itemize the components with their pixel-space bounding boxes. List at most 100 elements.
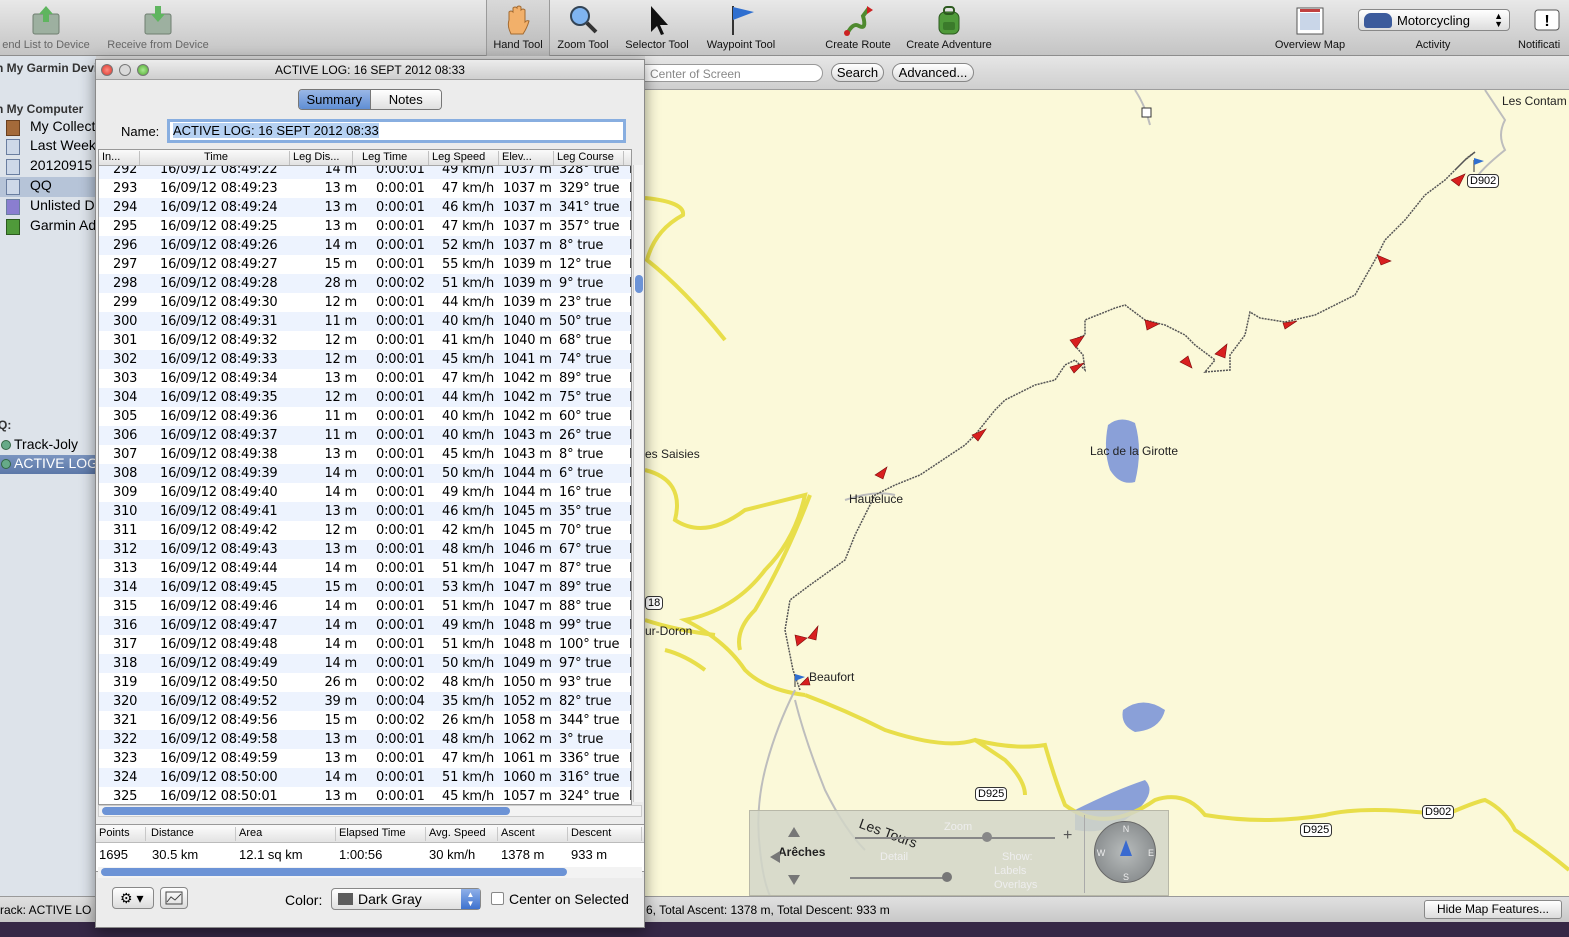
cell-extra: N [629,276,631,291]
table-row[interactable]: 303 16/09/12 08:49:34 13 m 0:00:01 47 km/h 10… [99,369,631,388]
advanced-button[interactable]: Advanced... [892,63,974,82]
vscroll-thumb[interactable] [635,275,643,293]
sidebar-item-garmin-adventures[interactable]: Garmin Ad [0,217,96,237]
table-row[interactable]: 323 16/09/12 08:49:59 13 m 0:00:01 47 km/h 10… [99,749,631,768]
table-row[interactable]: 319 16/09/12 08:49:50 26 m 0:00:02 48 km/h 10… [99,673,631,692]
hide-map-features-button[interactable]: Hide Map Features... [1424,900,1562,919]
table-row[interactable]: 302 16/09/12 08:49:33 12 m 0:00:01 45 km/h 10… [99,350,631,369]
graph-button[interactable] [160,887,188,909]
compass-icon[interactable]: N E S W [1094,821,1156,883]
col-time[interactable]: Time [140,151,290,165]
search-button[interactable]: Search [831,63,884,82]
sidebar-item-qq[interactable]: QQ [0,177,96,197]
map-view[interactable]: Les Contam Lac de la Girotte es Saisies … [645,90,1569,896]
send-to-device-button[interactable]: end List to Device [0,0,96,56]
create-adventure-button[interactable]: Create Adventure [900,0,998,56]
table-row[interactable]: 325 16/09/12 08:50:01 13 m 0:00:01 45 km/h 10… [99,787,631,804]
pan-control-icon[interactable] [760,815,820,895]
cell-leg-time: 0:00:04 [376,694,425,709]
map-label-beaufort: Beaufort [809,670,855,684]
table-horizontal-scrollbar[interactable] [98,805,642,817]
gear-menu-button[interactable]: ⚙ ▾ [112,887,154,909]
zoom-tool-button[interactable]: Zoom Tool [551,0,615,56]
notifications-button[interactable]: ! Notificati [1512,0,1569,56]
create-route-button[interactable]: Create Route [818,0,898,56]
table-row[interactable]: 297 16/09/12 08:49:27 15 m 0:00:01 55 km/h 10… [99,255,631,274]
col-leg-speed[interactable]: Leg Speed [429,151,499,165]
map-navigation-control[interactable]: Arêches Les Tours Zoom + Detail Show: La… [749,810,1169,896]
waypoint-tool-button[interactable]: Waypoint Tool [698,0,784,56]
zoom-window-icon[interactable] [137,64,149,76]
table-row[interactable]: 308 16/09/12 08:49:39 14 m 0:00:01 50 km/h 10… [99,464,631,483]
name-field[interactable]: ACTIVE LOG: 16 SEPT 2012 08:33 [167,119,626,143]
tab-notes[interactable]: Notes [370,90,441,109]
trackpoints-table[interactable]: 292 16/09/12 08:49:22 14 m 0:00:01 49 km/h 10… [98,149,632,805]
table-row[interactable]: 314 16/09/12 08:49:45 15 m 0:00:01 53 km/h 10… [99,578,631,597]
table-row[interactable]: 304 16/09/12 08:49:35 12 m 0:00:01 44 km/h 10… [99,388,631,407]
overlays-toggle[interactable]: Overlays [994,879,1037,891]
table-row[interactable]: 306 16/09/12 08:49:37 11 m 0:00:01 40 km/h 10… [99,426,631,445]
table-row[interactable]: 293 16/09/12 08:49:23 13 m 0:00:01 47 km/h 10… [99,179,631,198]
table-row[interactable]: 299 16/09/12 08:49:30 12 m 0:00:01 44 km/h 10… [99,293,631,312]
col-index[interactable]: In... [99,151,140,165]
table-row[interactable]: 313 16/09/12 08:49:44 14 m 0:00:01 51 km/h 10… [99,559,631,578]
table-vertical-scrollbar[interactable] [633,165,643,802]
table-row[interactable]: 315 16/09/12 08:49:46 14 m 0:00:01 51 km/h 10… [99,597,631,616]
table-row[interactable]: 309 16/09/12 08:49:40 14 m 0:00:01 49 km/h 10… [99,483,631,502]
view-segmented-control: Summary Notes [298,89,442,110]
table-row[interactable]: 301 16/09/12 08:49:32 12 m 0:00:01 41 km/h 10… [99,331,631,350]
table-row[interactable]: 320 16/09/12 08:49:52 39 m 0:00:04 35 km/h 10… [99,692,631,711]
table-row[interactable]: 307 16/09/12 08:49:38 13 m 0:00:01 45 km/h 10… [99,445,631,464]
table-row[interactable]: 298 16/09/12 08:49:28 28 m 0:00:02 51 km/h 10… [99,274,631,293]
document-icon [6,159,20,175]
table-row[interactable]: 305 16/09/12 08:49:36 11 m 0:00:01 40 km/h 10… [99,407,631,426]
window-titlebar[interactable]: ACTIVE LOG: 16 SEPT 2012 08:33 [96,60,644,80]
table-row[interactable]: 316 16/09/12 08:49:47 14 m 0:00:01 49 km/h 10… [99,616,631,635]
zoom-slider-knob[interactable] [982,832,992,842]
center-on-selected-checkbox[interactable] [491,892,504,905]
sidebar-item-unlisted[interactable]: Unlisted D [0,197,96,217]
summary-horizontal-scrollbar[interactable] [98,867,642,878]
selector-tool-button[interactable]: Selector Tool [618,0,696,56]
summary-ascent-value: 1378 m [501,847,545,862]
table-row[interactable]: 312 16/09/12 08:49:43 13 m 0:00:01 48 km/h 10… [99,540,631,559]
summary-hscroll-thumb[interactable] [101,868,567,876]
table-row[interactable]: 318 16/09/12 08:49:49 14 m 0:00:01 50 km/h 10… [99,654,631,673]
sidebar-item-20120915[interactable]: 20120915 [0,157,96,177]
cell-leg-course: 67° true [559,542,612,557]
table-row[interactable]: 321 16/09/12 08:49:56 15 m 0:00:02 26 km/h 10… [99,711,631,730]
table-row[interactable]: 310 16/09/12 08:49:41 13 m 0:00:01 46 km/h 10… [99,502,631,521]
table-row[interactable]: 324 16/09/12 08:50:00 14 m 0:00:01 51 km/h 10… [99,768,631,787]
color-select[interactable]: Dark Gray ▲ ▼ [331,888,481,910]
hscroll-thumb[interactable] [102,807,510,815]
close-icon[interactable] [101,64,113,76]
sidebar-track-joly[interactable]: Track-Joly [0,436,96,455]
table-row[interactable]: 295 16/09/12 08:49:25 13 m 0:00:01 47 km/h 10… [99,217,631,236]
col-leg-time[interactable]: Leg Time [353,151,429,165]
tab-summary[interactable]: Summary [299,90,371,109]
table-row[interactable]: 317 16/09/12 08:49:48 14 m 0:00:01 51 km/h 10… [99,635,631,654]
table-row[interactable]: 311 16/09/12 08:49:42 12 m 0:00:01 42 km/h 10… [99,521,631,540]
cell-leg-speed: 44 km/h [442,295,495,310]
detail-slider-knob[interactable] [942,872,952,882]
sidebar-item-my-collection[interactable]: My Collecti [0,118,96,138]
col-leg-distance[interactable]: Leg Dis... [290,151,353,165]
zoom-slider[interactable] [855,837,1055,839]
yellow-roads [645,196,1569,872]
table-row[interactable]: 294 16/09/12 08:49:24 13 m 0:00:01 46 km/h 10… [99,198,631,217]
detail-slider[interactable] [850,877,950,879]
col-elevation[interactable]: Elev... [499,151,554,165]
receive-from-device-button[interactable]: Receive from Device [102,0,214,56]
table-row[interactable]: 322 16/09/12 08:49:58 13 m 0:00:01 48 km/h 10… [99,730,631,749]
minimize-icon[interactable] [119,64,131,76]
col-leg-course[interactable]: Leg Course [554,151,624,165]
search-input[interactable]: Center of Screen [635,64,823,82]
overview-map-button[interactable]: Overview Map [1270,0,1350,56]
zoom-plus-icon[interactable]: + [1063,827,1072,845]
table-row[interactable]: 300 16/09/12 08:49:31 11 m 0:00:01 40 km/h 10… [99,312,631,331]
sidebar-item-last-week[interactable]: Last Week [0,137,96,157]
sidebar-active-log[interactable]: ACTIVE LOG: [0,455,96,474]
hand-tool-button[interactable]: Hand Tool [486,0,550,56]
labels-toggle[interactable]: Labels [994,865,1026,877]
table-row[interactable]: 296 16/09/12 08:49:26 14 m 0:00:01 52 km/h 10… [99,236,631,255]
